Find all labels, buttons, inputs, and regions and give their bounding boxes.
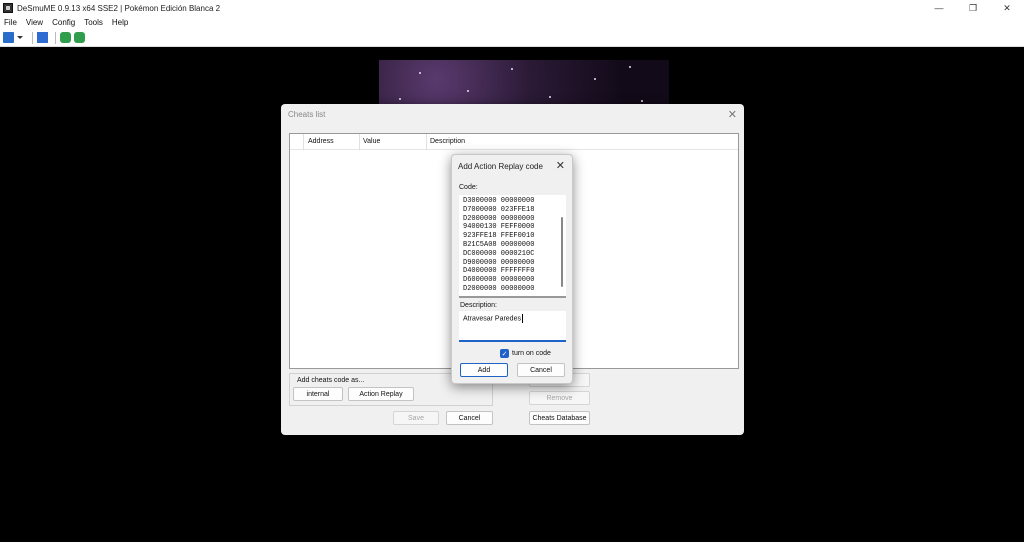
desmume-app-icon <box>3 3 13 13</box>
add-button[interactable]: Add <box>460 363 508 377</box>
toolbar-separator <box>32 31 33 44</box>
description-label: Description: <box>460 302 497 309</box>
add-cheats-label: Add cheats code as... <box>297 377 365 384</box>
code-line: D2000000 00000000 <box>463 284 535 293</box>
star-sprite <box>549 96 551 98</box>
code-line: D2000000 00000000 <box>463 214 535 223</box>
minimize-button[interactable]: — <box>922 0 956 16</box>
star-sprite <box>511 68 513 70</box>
add-action-replay-dialog: Add Action Replay code ✕ Code: D3000000 … <box>451 154 573 384</box>
code-textarea[interactable]: D3000000 00000000 D7000000 023FFE18 D200… <box>459 195 566 298</box>
action-replay-button[interactable]: Action Replay <box>348 387 414 401</box>
column-address[interactable]: Address <box>308 138 334 145</box>
code-line: D3000000 00000000 <box>463 197 535 205</box>
cancel-button[interactable]: Cancel <box>446 411 493 425</box>
pause-icon[interactable] <box>37 32 48 43</box>
menu-config[interactable]: Config <box>52 18 75 27</box>
ar-cancel-button[interactable]: Cancel <box>517 363 565 377</box>
internal-button[interactable]: internal <box>293 387 343 401</box>
toolbar-separator <box>55 31 56 44</box>
column-value[interactable]: Value <box>363 138 380 145</box>
turn-on-code-row[interactable]: ✓ turn on code <box>500 349 551 358</box>
column-divider <box>359 134 360 150</box>
star-sprite <box>629 66 631 68</box>
column-description[interactable]: Description <box>430 138 465 145</box>
window-title: DeSmuME 0.9.13 x64 SSE2 | Pokémon Edició… <box>17 3 221 13</box>
ar-close-icon[interactable]: ✕ <box>556 159 565 172</box>
menu-file[interactable]: File <box>4 18 17 27</box>
wifi-icon[interactable] <box>60 32 71 43</box>
cheats-database-button[interactable]: Cheats Database <box>529 411 590 425</box>
listview-header: Address Value Description <box>290 134 738 150</box>
wifi-settings-icon[interactable] <box>74 32 85 43</box>
menu-tools[interactable]: Tools <box>84 18 103 27</box>
star-sprite <box>594 78 596 80</box>
menu-help[interactable]: Help <box>112 18 128 27</box>
remove-button[interactable]: Remove <box>529 391 590 405</box>
code-line: D9000000 00000000 <box>463 258 535 267</box>
game-top-screen <box>379 60 669 110</box>
code-scrollbar[interactable] <box>561 217 563 287</box>
code-label: Code: <box>459 184 478 191</box>
code-line: B21C5A08 00000000 <box>463 240 535 249</box>
save-button[interactable]: Save <box>393 411 439 425</box>
description-field[interactable]: Atravesar Paredes <box>459 311 566 342</box>
star-sprite <box>467 90 469 92</box>
menu-bar: File View Config Tools Help <box>0 16 1024 29</box>
star-sprite <box>419 72 421 74</box>
turn-on-code-checkbox[interactable]: ✓ <box>500 349 509 358</box>
code-line: 94000130 FEFF0000 <box>463 223 535 232</box>
column-divider <box>426 134 427 150</box>
menu-view[interactable]: View <box>26 18 43 27</box>
column-divider <box>303 134 304 150</box>
code-line: 923FFE18 FFEF0010 <box>463 232 535 241</box>
star-sprite <box>641 100 643 102</box>
toolbar <box>0 29 1024 47</box>
turn-on-code-label: turn on code <box>512 350 551 357</box>
code-line: D7000000 023FFE18 <box>463 205 535 214</box>
star-sprite <box>399 98 401 100</box>
close-window-button[interactable]: ✕ <box>990 0 1024 16</box>
description-value: Atravesar Paredes <box>463 314 523 323</box>
cheats-list-title: Cheats list <box>288 110 326 119</box>
window-controls: — ❐ ✕ <box>922 0 1024 16</box>
code-line: D6000000 00000000 <box>463 276 535 285</box>
open-rom-icon[interactable] <box>3 32 14 43</box>
title-bar: DeSmuME 0.9.13 x64 SSE2 | Pokémon Edició… <box>0 0 1024 16</box>
ar-dialog-title: Add Action Replay code <box>458 162 543 171</box>
text-caret <box>521 314 523 323</box>
code-lines: D3000000 00000000 D7000000 023FFE18 D200… <box>463 197 534 294</box>
code-line: D4000000 FFFFFFF0 <box>463 267 535 276</box>
cheats-close-icon[interactable]: ✕ <box>728 108 737 121</box>
restore-button[interactable]: ❐ <box>956 0 990 16</box>
dropdown-arrow-icon[interactable] <box>17 36 23 39</box>
code-line: DC000000 0000210C <box>463 249 535 258</box>
